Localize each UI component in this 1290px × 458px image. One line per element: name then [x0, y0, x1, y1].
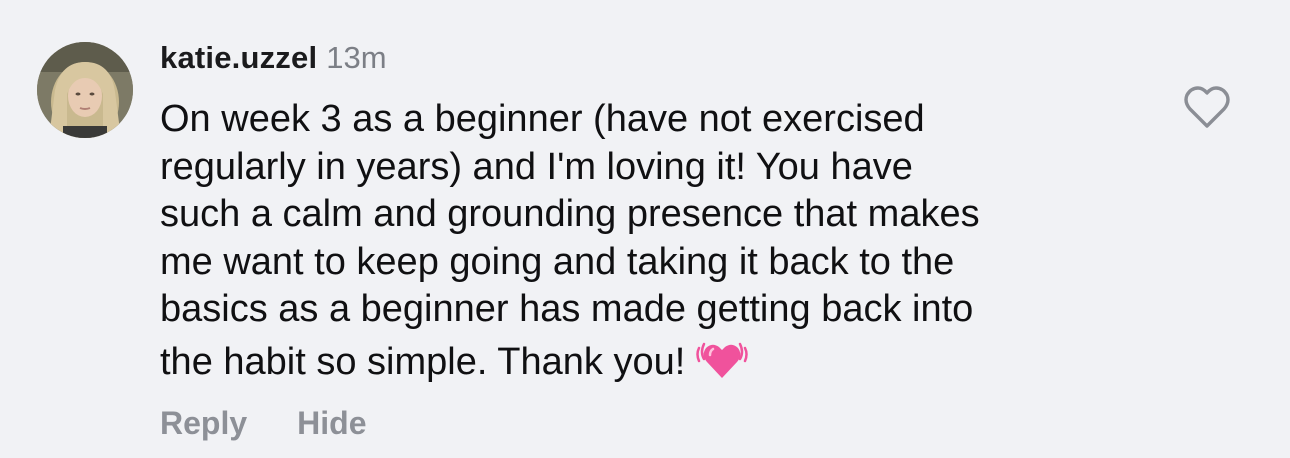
comment-text-line: On week 3 as a beginner (have not exerci…	[160, 98, 925, 140]
avatar[interactable]	[37, 42, 133, 138]
comment-text-line: me want to keep going and taking it back…	[160, 240, 955, 283]
comment-text: On week 3 as a beginner (have not exerci…	[160, 96, 1160, 386]
comment-actions: Reply Hide	[160, 405, 366, 442]
comment-text-line: regularly in years) and I'm loving it! Y…	[160, 145, 913, 188]
comment-text-line: basics as a beginner has made getting ba…	[160, 288, 974, 330]
beating-heart-emoji-icon	[696, 342, 749, 378]
hide-button[interactable]: Hide	[297, 405, 366, 442]
comment-header: katie.uzzel 13m	[160, 40, 387, 84]
reply-button[interactable]: Reply	[160, 405, 247, 442]
comment-text-line: such a calm and grounding presence that …	[160, 193, 980, 235]
comment: katie.uzzel 13m On week 3 as a beginner …	[0, 0, 1290, 458]
username[interactable]: katie.uzzel	[160, 40, 317, 76]
comment-text-line: the habit so simple. Thank you!	[160, 340, 686, 383]
comment-text-last-line: the habit so simple. Thank you!	[160, 334, 1160, 387]
avatar-image	[37, 42, 133, 138]
like-button[interactable]	[1182, 84, 1232, 130]
heart-outline-icon	[1184, 86, 1230, 128]
timestamp: 13m	[326, 40, 387, 75]
